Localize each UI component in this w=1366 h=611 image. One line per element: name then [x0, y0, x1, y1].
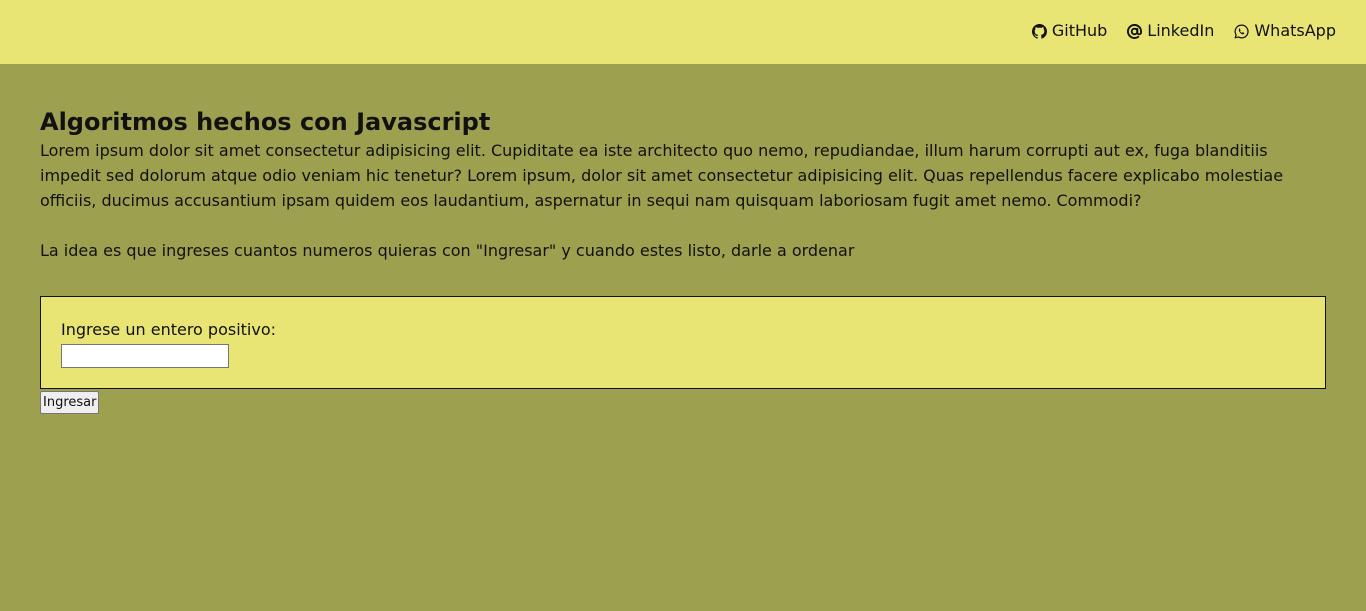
top-bar: GitHub LinkedIn WhatsApp	[0, 0, 1366, 64]
integer-input-label: Ingrese un entero positivo:	[61, 320, 277, 339]
social-nav: GitHub LinkedIn WhatsApp	[1031, 20, 1336, 42]
submit-button[interactable]: Ingresar	[40, 391, 100, 414]
github-link[interactable]: GitHub	[1031, 20, 1108, 42]
main-content: Algoritmos hechos con Javascript Lorem i…	[40, 106, 1326, 263]
whatsapp-icon	[1234, 24, 1249, 38]
integer-input[interactable]	[61, 344, 229, 368]
github-link-label: GitHub	[1051, 21, 1108, 40]
input-form-card: Ingrese un entero positivo:	[40, 296, 1326, 389]
instructions-paragraph: La idea es que ingreses cuantos numeros …	[40, 241, 855, 260]
intro-paragraph: Lorem ipsum dolor sit amet consectetur a…	[40, 141, 1284, 210]
page-title: Algoritmos hechos con Javascript	[40, 108, 491, 136]
linkedin-link-label: LinkedIn	[1147, 21, 1215, 40]
whatsapp-link-label: WhatsApp	[1254, 21, 1336, 40]
linkedin-link[interactable]: LinkedIn	[1127, 20, 1214, 42]
github-icon	[1031, 23, 1047, 39]
at-icon	[1127, 23, 1143, 39]
whatsapp-link[interactable]: WhatsApp	[1234, 20, 1336, 42]
